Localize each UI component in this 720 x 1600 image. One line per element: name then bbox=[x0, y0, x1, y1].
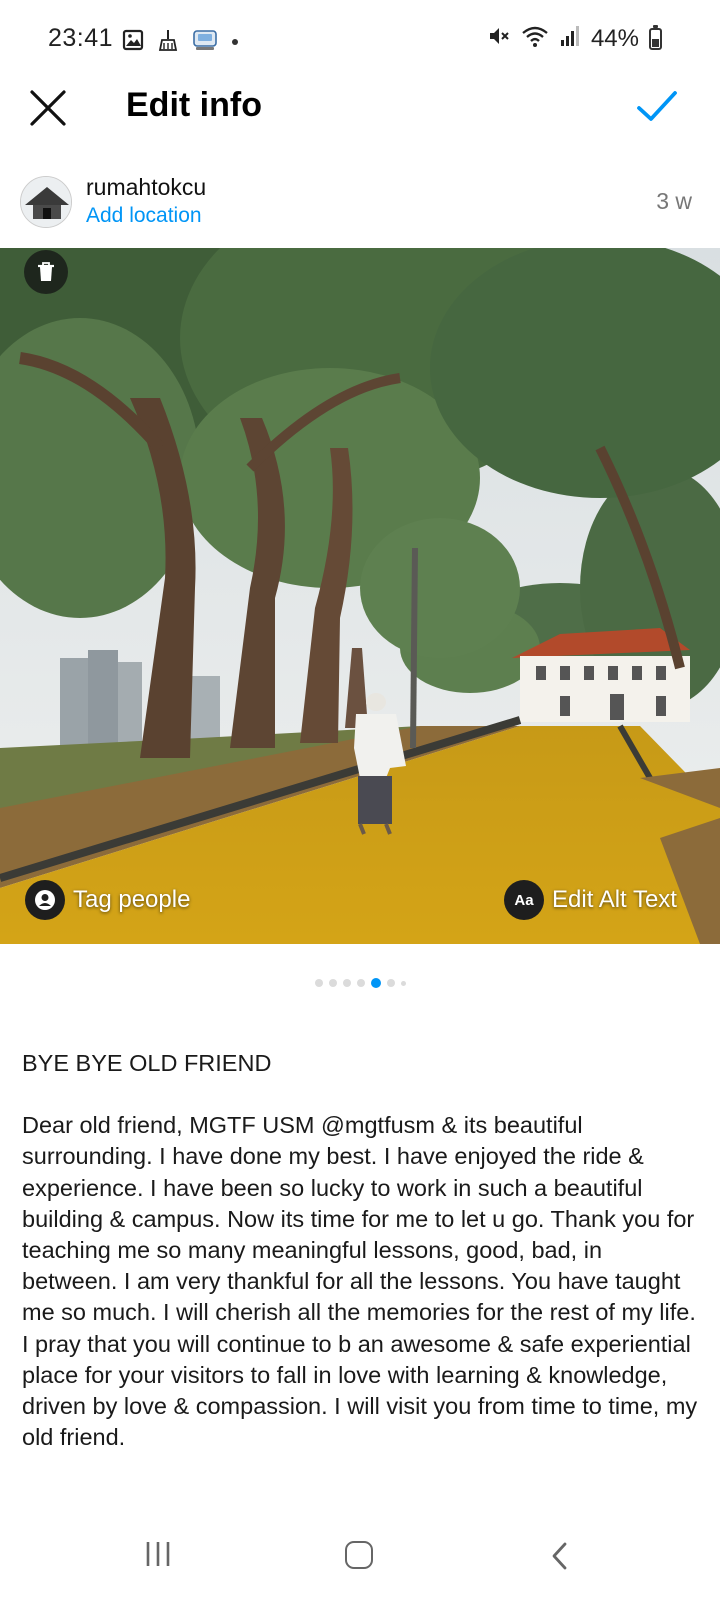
notification-icons bbox=[122, 28, 240, 57]
add-location-link[interactable]: Add location bbox=[86, 204, 202, 228]
back-button[interactable] bbox=[550, 1541, 570, 1576]
wifi-icon bbox=[521, 24, 549, 53]
avatar[interactable] bbox=[20, 176, 72, 228]
recents-button[interactable] bbox=[145, 1540, 171, 1573]
caption-title: BYE BYE OLD FRIEND bbox=[22, 1050, 272, 1076]
radio-icon bbox=[192, 28, 218, 57]
back-icon bbox=[552, 1542, 567, 1570]
edit-alt-text-label: Edit Alt Text bbox=[552, 886, 677, 913]
carousel-dot bbox=[328, 979, 337, 987]
tag-people-label: Tag people bbox=[73, 886, 191, 913]
gallery-icon bbox=[122, 29, 144, 56]
home-button[interactable] bbox=[345, 1541, 373, 1569]
carousel-dot bbox=[342, 979, 351, 987]
mute-icon bbox=[487, 24, 511, 53]
system-icons: 44% bbox=[487, 24, 662, 53]
username[interactable]: rumahtokcu bbox=[86, 174, 206, 201]
battery-percentage: 44% bbox=[590, 24, 639, 52]
carousel-dot bbox=[386, 979, 395, 987]
caption-body: Dear old friend, MGTF USM @mgtfusm & its… bbox=[22, 1112, 698, 1451]
alt-text-icon: Aa bbox=[504, 880, 544, 920]
carousel-dot bbox=[314, 979, 323, 987]
carousel-dot bbox=[356, 979, 365, 987]
signal-icon bbox=[559, 24, 581, 53]
done-button[interactable] bbox=[634, 84, 680, 130]
close-button[interactable] bbox=[26, 86, 70, 130]
caption-field[interactable]: BYE BYE OLD FRIEND Dear old friend, MGTF… bbox=[22, 1048, 702, 1453]
post-age: 3 w bbox=[656, 188, 692, 214]
page-title: Edit info bbox=[126, 86, 262, 124]
post-photo bbox=[0, 248, 720, 944]
close-icon bbox=[30, 90, 66, 126]
dot-icon bbox=[230, 34, 240, 52]
carousel-indicator bbox=[0, 978, 720, 988]
delete-photo-button[interactable] bbox=[24, 250, 68, 294]
battery-icon bbox=[649, 24, 662, 50]
person-icon bbox=[25, 880, 65, 920]
edit-alt-text-button[interactable]: Aa Edit Alt Text bbox=[504, 880, 677, 920]
tag-people-button[interactable]: Tag people bbox=[25, 880, 190, 920]
carousel-dot bbox=[370, 978, 381, 988]
trash-icon bbox=[38, 262, 54, 281]
checkmark-icon bbox=[637, 91, 677, 121]
battery-level bbox=[652, 38, 659, 47]
recents-icon bbox=[146, 1542, 170, 1566]
status-time: 23:41 bbox=[48, 24, 114, 52]
carousel-dot bbox=[400, 980, 406, 986]
status-bar: 23:41 44% bbox=[0, 0, 720, 78]
cleaner-icon bbox=[156, 28, 180, 57]
app-header bbox=[0, 78, 720, 158]
